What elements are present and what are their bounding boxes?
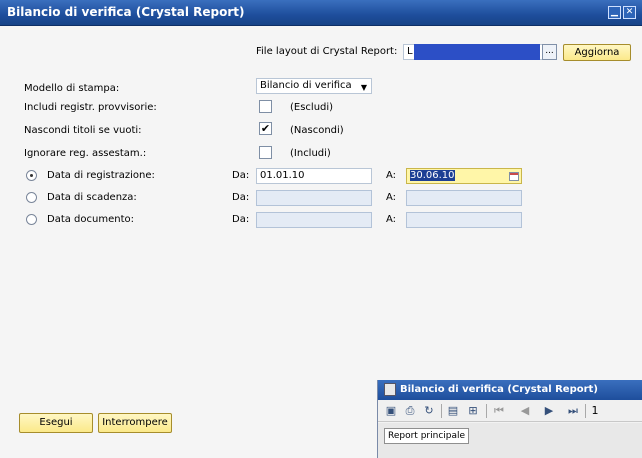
hide-empty-titles-checkbox[interactable]: ✔ — [259, 122, 272, 135]
report-icon — [384, 383, 396, 396]
title-bar[interactable]: Bilancio di verifica (Crystal Report) ▁ … — [0, 0, 642, 26]
toolbar-separator — [486, 404, 487, 418]
document-from-label: Da: — [232, 214, 250, 225]
document-to-input[interactable] — [406, 212, 522, 228]
first-page-icon[interactable]: ⏮ — [492, 404, 506, 418]
radio-due-date[interactable] — [26, 192, 37, 203]
registration-from-input[interactable]: 01.01.10 — [256, 168, 372, 184]
minimize-button[interactable]: ▁ — [608, 6, 621, 19]
refresh-button[interactable]: Aggiorna — [563, 44, 631, 61]
due-to-input[interactable] — [406, 190, 522, 206]
next-page-icon[interactable]: ▶ — [542, 404, 556, 418]
registration-from-label: Da: — [232, 170, 250, 181]
redaction-overlay — [414, 44, 540, 60]
registration-to-value: 30.06.10 — [410, 170, 455, 181]
tab-report-principale[interactable]: Report principale — [384, 428, 470, 444]
print-model-label: Modello di stampa: — [24, 83, 120, 94]
chevron-down-icon: ▼ — [360, 83, 367, 92]
refresh-icon[interactable]: ↻ — [422, 404, 436, 418]
window-title: Bilancio di verifica (Crystal Report) — [7, 5, 245, 19]
report-viewer-title-bar[interactable]: Bilancio di verifica (Crystal Report) — [378, 380, 642, 400]
calendar-icon[interactable] — [509, 172, 519, 181]
layout-file-label: File layout di Crystal Report: — [256, 46, 398, 57]
due-to-label: A: — [386, 192, 397, 203]
last-page-icon[interactable]: ⏭ — [566, 404, 580, 418]
print-model-value: Bilancio di verifica — [260, 80, 352, 91]
report-toolbar: ▣ ⎙ ↻ ▤ ⊞ ⏮ ◀ ▶ ⏭ 1 — [378, 400, 642, 422]
close-button[interactable]: ✕ — [623, 6, 636, 19]
radio-document-date[interactable] — [26, 214, 37, 225]
export-icon[interactable]: ▣ — [384, 404, 398, 418]
registration-from-value: 01.01.10 — [260, 170, 305, 181]
interrupt-button[interactable]: Interrompere — [98, 413, 172, 433]
prev-page-icon[interactable]: ◀ — [518, 404, 532, 418]
due-date-label: Data di scadenza: — [47, 192, 137, 203]
browse-button[interactable]: ... — [542, 44, 557, 60]
tree-icon[interactable]: ⊞ — [466, 404, 480, 418]
hide-empty-titles-label: Nascondi titoli se vuoti: — [24, 125, 142, 136]
registration-date-label: Data di registrazione: — [47, 170, 155, 181]
page-number[interactable]: 1 — [588, 404, 602, 418]
registration-to-input[interactable]: 30.06.10 — [406, 168, 522, 184]
ignore-adjustments-note: (Includi) — [290, 148, 331, 159]
ignore-adjustments-label: Ignorare reg. assestam.: — [24, 148, 147, 159]
document-date-label: Data documento: — [47, 214, 134, 225]
radio-registration-date[interactable] — [26, 170, 37, 181]
include-provisional-checkbox[interactable] — [259, 100, 272, 113]
hide-empty-titles-note: (Nascondi) — [290, 125, 344, 136]
include-provisional-note: (Escludi) — [290, 102, 334, 113]
print-model-dropdown[interactable]: Bilancio di verifica ▼ — [256, 78, 372, 94]
due-from-input[interactable] — [256, 190, 372, 206]
report-viewer-title: Bilancio di verifica (Crystal Report) — [400, 384, 598, 395]
due-from-label: Da: — [232, 192, 250, 203]
main-window: Bilancio di verifica (Crystal Report) ▁ … — [0, 0, 642, 458]
include-provisional-label: Includi registr. provvisorie: — [24, 102, 157, 113]
group-tree-icon[interactable]: ▤ — [446, 404, 460, 418]
toolbar-separator — [441, 404, 442, 418]
document-from-input[interactable] — [256, 212, 372, 228]
check-icon: ✔ — [260, 122, 271, 135]
layout-file-value: L — [407, 46, 413, 57]
radio-selected-dot — [30, 174, 33, 177]
print-icon[interactable]: ⎙ — [403, 404, 417, 418]
document-to-label: A: — [386, 214, 397, 225]
report-viewer-window[interactable]: Bilancio di verifica (Crystal Report) ▣ … — [377, 380, 642, 458]
toolbar-separator — [585, 404, 586, 418]
ignore-adjustments-checkbox[interactable] — [259, 146, 272, 159]
report-tab-bar: Report principale — [378, 423, 642, 458]
registration-to-label: A: — [386, 170, 397, 181]
execute-button[interactable]: Esegui — [19, 413, 93, 433]
